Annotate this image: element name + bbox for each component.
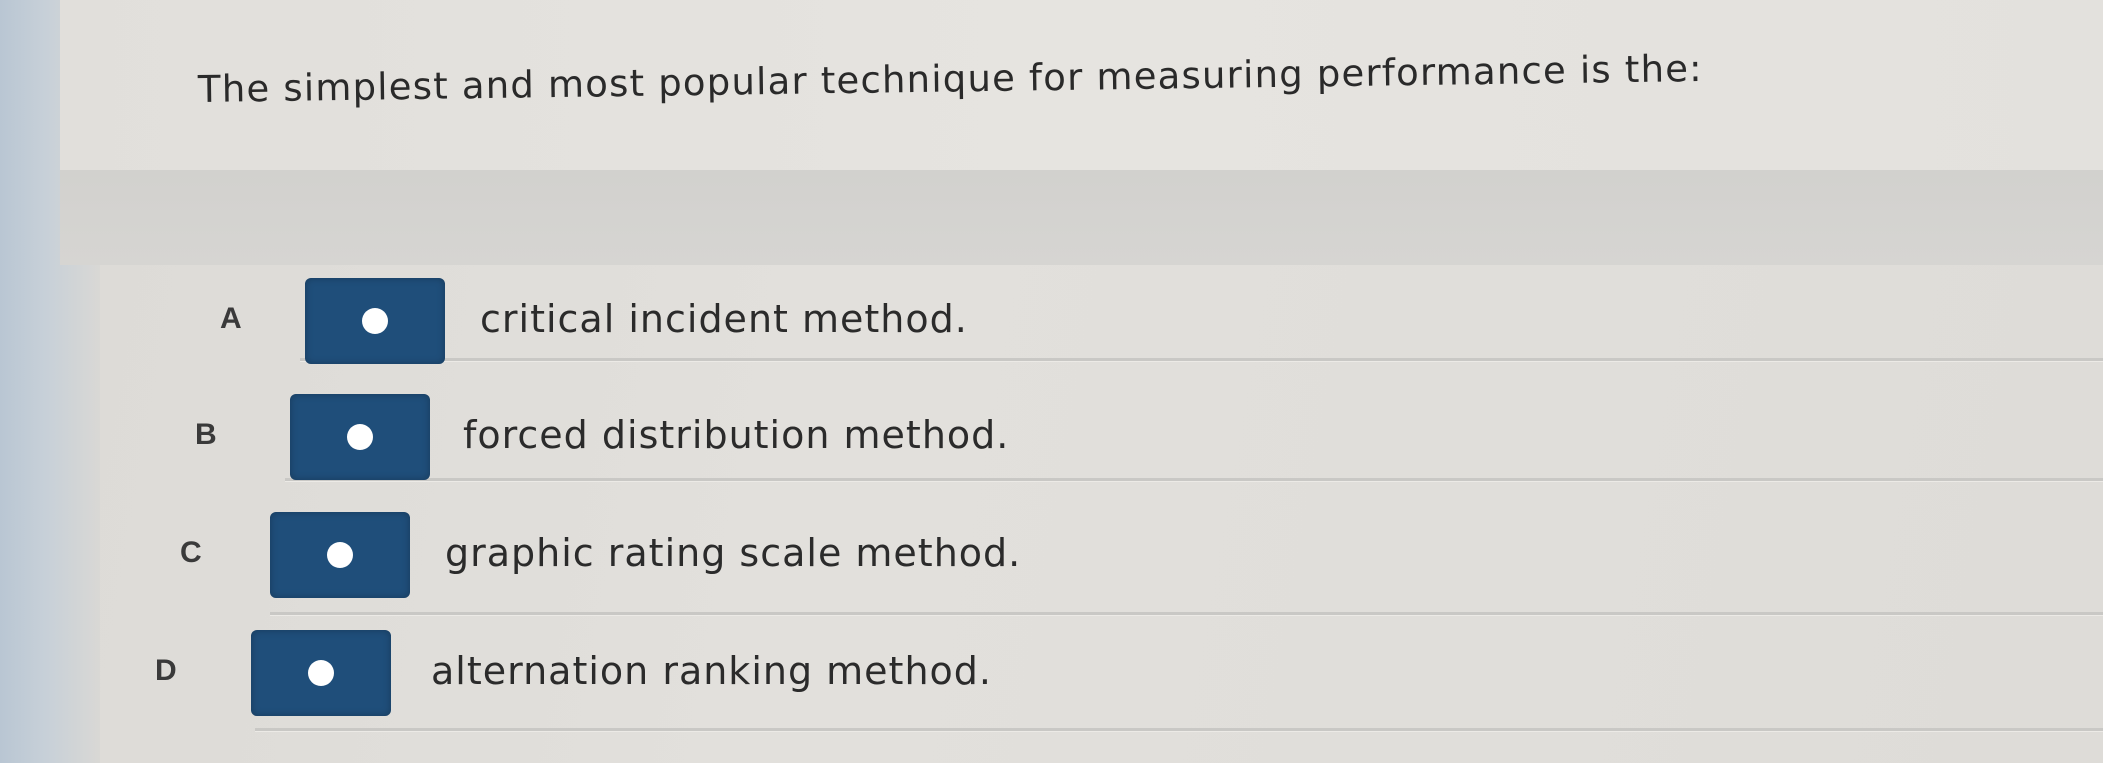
divider: [270, 612, 2103, 616]
radio-dot-icon: [347, 424, 373, 450]
radio-button-b[interactable]: [290, 394, 430, 480]
option-letter: D: [155, 654, 177, 687]
option-text: graphic rating scale method.: [445, 531, 1022, 575]
answer-option-a[interactable]: A critical incident method.: [210, 274, 1110, 364]
option-text: forced distribution method.: [463, 413, 1010, 457]
answer-option-c[interactable]: C graphic rating scale method.: [180, 508, 1080, 598]
shaded-separator: [60, 170, 2103, 265]
radio-button-a[interactable]: [305, 278, 445, 364]
radio-button-c[interactable]: [270, 512, 410, 598]
option-letter: B: [195, 418, 217, 451]
option-text: critical incident method.: [480, 297, 968, 341]
option-letter: C: [180, 536, 202, 569]
radio-button-d[interactable]: [251, 630, 391, 716]
answer-option-d[interactable]: D alternation ranking method.: [155, 626, 1055, 716]
option-letter: A: [220, 302, 242, 335]
divider: [255, 728, 2103, 732]
radio-dot-icon: [308, 660, 334, 686]
radio-dot-icon: [362, 308, 388, 334]
answer-option-b[interactable]: B forced distribution method.: [195, 390, 1095, 480]
option-text: alternation ranking method.: [431, 649, 992, 693]
radio-dot-icon: [327, 542, 353, 568]
